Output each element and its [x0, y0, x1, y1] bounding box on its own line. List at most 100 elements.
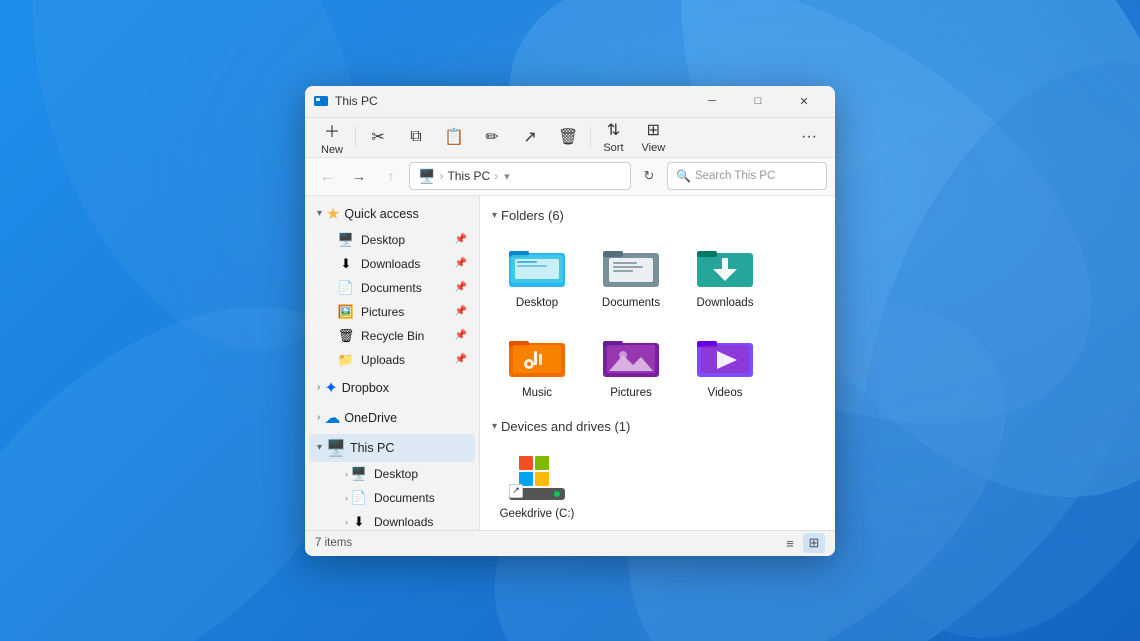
minimize-button[interactable]: ─ — [689, 86, 735, 118]
grid-view-button[interactable]: ⊞ — [803, 533, 825, 553]
list-view-button[interactable]: ≡ — [779, 533, 801, 553]
folder-music-icon — [505, 329, 569, 383]
quick-access-header[interactable]: ▾ ★ Quick access — [309, 200, 475, 228]
copy-button[interactable]: ⧉ — [398, 124, 434, 150]
sidebar-item-documents[interactable]: 📄 Documents 📌 — [309, 276, 475, 300]
onedrive-icon: ☁ — [324, 408, 340, 428]
search-placeholder: Search This PC — [695, 170, 775, 182]
close-button[interactable]: ✕ — [781, 86, 827, 118]
folder-music[interactable]: Music — [492, 321, 582, 407]
item-count: 7 items — [315, 537, 352, 549]
search-icon: 🔍 — [676, 169, 691, 183]
up-button[interactable]: ↑ — [377, 162, 405, 190]
sidebar-item-pictures[interactable]: 🖼️ Pictures 📌 — [309, 300, 475, 324]
drives-title: Devices and drives (1) — [501, 419, 630, 434]
back-button[interactable]: ← — [313, 162, 341, 190]
dropbox-label: Dropbox — [342, 381, 467, 395]
pin-icon-uploads: 📌 — [455, 354, 467, 365]
title-bar-icon — [313, 93, 329, 109]
quick-access-label: Quick access — [344, 207, 467, 221]
maximize-button[interactable]: □ — [735, 86, 781, 118]
new-button[interactable]: ＋ New — [313, 114, 351, 160]
refresh-button[interactable]: ↻ — [635, 162, 663, 190]
folder-downloads-label: Downloads — [697, 297, 754, 309]
folder-pictures[interactable]: Pictures — [586, 321, 676, 407]
downloads-folder-icon: ⬇ — [337, 255, 355, 273]
delete-icon: 🗑 — [558, 127, 578, 147]
drive-c-label: Geekdrive (C:) — [500, 508, 575, 520]
sidebar-item-desktop[interactable]: 🖥️ Desktop 📌 — [309, 228, 475, 252]
more-button[interactable]: ··· — [791, 124, 827, 150]
cut-icon: ✂ — [371, 127, 384, 147]
sidebar-item-documents2[interactable]: › 📄 Documents — [309, 486, 475, 510]
pictures-folder-icon: 🖼️ — [337, 303, 355, 321]
paste-icon: 📋 — [444, 127, 464, 147]
share-button[interactable]: ↗ — [512, 123, 548, 151]
folders-chevron: ▾ — [492, 210, 497, 221]
dropbox-header[interactable]: › ✦ Dropbox — [309, 374, 475, 402]
drives-section-header[interactable]: ▾ Devices and drives (1) — [492, 419, 823, 434]
search-box[interactable]: 🔍 Search This PC — [667, 162, 827, 190]
uploads-folder-icon: 📁 — [337, 351, 355, 369]
drives-grid: ↗ Geekdrive (C:) — [492, 442, 823, 528]
folder-desktop-icon — [505, 239, 569, 293]
path-separator: › — [439, 169, 443, 183]
file-explorer-window: This PC ─ □ ✕ ＋ New ✂ ⧉ 📋 ✏ ↗ 🗑 — [305, 86, 835, 556]
rename-button[interactable]: ✏ — [474, 123, 510, 151]
folder-pictures-label: Pictures — [610, 387, 652, 399]
folders-title: Folders (6) — [501, 208, 564, 223]
this-pc-header[interactable]: ▾ 🖥️ This PC — [309, 434, 475, 462]
this-pc-label: This PC — [350, 441, 467, 455]
folder-documents-icon — [599, 239, 663, 293]
dropbox-chevron: › — [317, 382, 320, 393]
folder-documents[interactable]: Documents — [586, 231, 676, 317]
sidebar-item-desktop2[interactable]: › 🖥️ Desktop — [309, 462, 475, 486]
drive-c[interactable]: ↗ Geekdrive (C:) — [492, 442, 582, 528]
view-icon: ⊞ — [647, 120, 660, 140]
path-icon: 🖥️ — [418, 168, 435, 185]
pin-icon-downloads: 📌 — [455, 258, 467, 269]
file-area: ▾ Folders (6) — [480, 196, 835, 530]
documents2-icon: 📄 — [350, 489, 368, 507]
folder-desktop[interactable]: Desktop — [492, 231, 582, 317]
cut-button[interactable]: ✂ — [360, 123, 396, 151]
folders-grid: Desktop Documents — [492, 231, 823, 407]
recycle-bin-icon: 🗑 — [337, 327, 355, 345]
share-icon: ↗ — [523, 127, 536, 147]
sidebar-item-downloads2[interactable]: › ⬇ Downloads — [309, 510, 475, 530]
sort-icon: ⇅ — [607, 120, 620, 140]
sidebar-item-uploads[interactable]: 📁 Uploads 📌 — [309, 348, 475, 372]
pin-icon-desktop: 📌 — [455, 234, 467, 245]
forward-button[interactable]: → — [345, 162, 373, 190]
delete-button[interactable]: 🗑 — [550, 123, 586, 151]
sort-button[interactable]: ⇅ Sort — [595, 116, 631, 158]
view-button[interactable]: ⊞ View — [634, 116, 674, 158]
toolbar-separator-1 — [355, 127, 356, 147]
sidebar-item-recycle[interactable]: 🗑 Recycle Bin 📌 — [309, 324, 475, 348]
title-bar-title: This PC — [335, 94, 689, 108]
new-icon: ＋ — [324, 118, 340, 142]
folder-videos-label: Videos — [708, 387, 743, 399]
quick-access-star-icon: ★ — [326, 204, 340, 224]
folders-section-header[interactable]: ▾ Folders (6) — [492, 208, 823, 223]
folder-downloads[interactable]: Downloads — [680, 231, 770, 317]
copy-icon: ⧉ — [410, 128, 421, 146]
pin-icon-recycle: 📌 — [455, 330, 467, 341]
main-content: ▾ ★ Quick access 🖥️ Desktop 📌 ⬇ Download… — [305, 196, 835, 530]
folder-videos[interactable]: Videos — [680, 321, 770, 407]
address-path[interactable]: 🖥️ › This PC › ▾ — [409, 162, 631, 190]
view-controls: ≡ ⊞ — [779, 533, 825, 553]
drives-chevron: ▾ — [492, 421, 497, 432]
pin-icon-documents: 📌 — [455, 282, 467, 293]
desktop-folder-icon: 🖥️ — [337, 231, 355, 249]
toolbar: ＋ New ✂ ⧉ 📋 ✏ ↗ 🗑 ⇅ Sort ⊞ View — [305, 118, 835, 158]
dropbox-icon: ✦ — [324, 378, 337, 398]
paste-button[interactable]: 📋 — [436, 123, 472, 151]
path-separator2: › — [494, 169, 498, 183]
path-chevron[interactable]: ▾ — [504, 170, 510, 183]
onedrive-chevron: › — [317, 412, 320, 423]
sidebar-item-downloads[interactable]: ⬇ Downloads 📌 — [309, 252, 475, 276]
path-this-pc: This PC — [447, 169, 490, 183]
downloads2-chevron: › — [345, 517, 348, 527]
onedrive-header[interactable]: › ☁ OneDrive — [309, 404, 475, 432]
